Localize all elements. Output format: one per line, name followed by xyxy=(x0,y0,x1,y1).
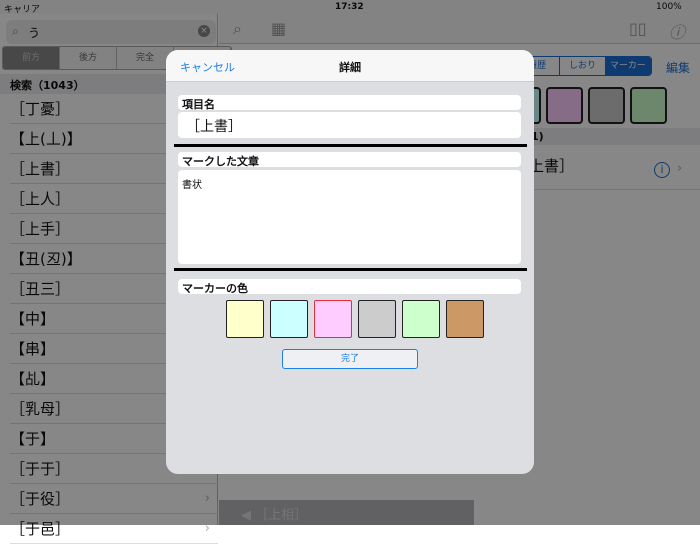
item-name-label: 項目名 xyxy=(178,95,521,111)
color-swatch[interactable] xyxy=(402,300,440,338)
color-swatch[interactable] xyxy=(270,300,308,338)
done-button[interactable]: 完了 xyxy=(282,349,418,369)
detail-modal: キャンセル 詳細 項目名 ［上書］ マークした文章 書状 マーカーの色 完了 xyxy=(166,50,534,474)
modal-title: 詳細 xyxy=(339,61,361,74)
divider xyxy=(174,144,527,147)
color-swatch[interactable] xyxy=(314,300,352,338)
marked-text-area[interactable]: 書状 xyxy=(178,170,521,264)
marked-text-label: マークした文章 xyxy=(178,152,521,168)
item-name-field[interactable]: ［上書］ xyxy=(178,112,521,138)
divider xyxy=(174,268,527,271)
color-swatch[interactable] xyxy=(446,300,484,338)
color-swatch[interactable] xyxy=(358,300,396,338)
modal-header: キャンセル 詳細 xyxy=(166,50,534,82)
color-swatch[interactable] xyxy=(226,300,264,338)
marker-color-label: マーカーの色 xyxy=(178,279,521,295)
